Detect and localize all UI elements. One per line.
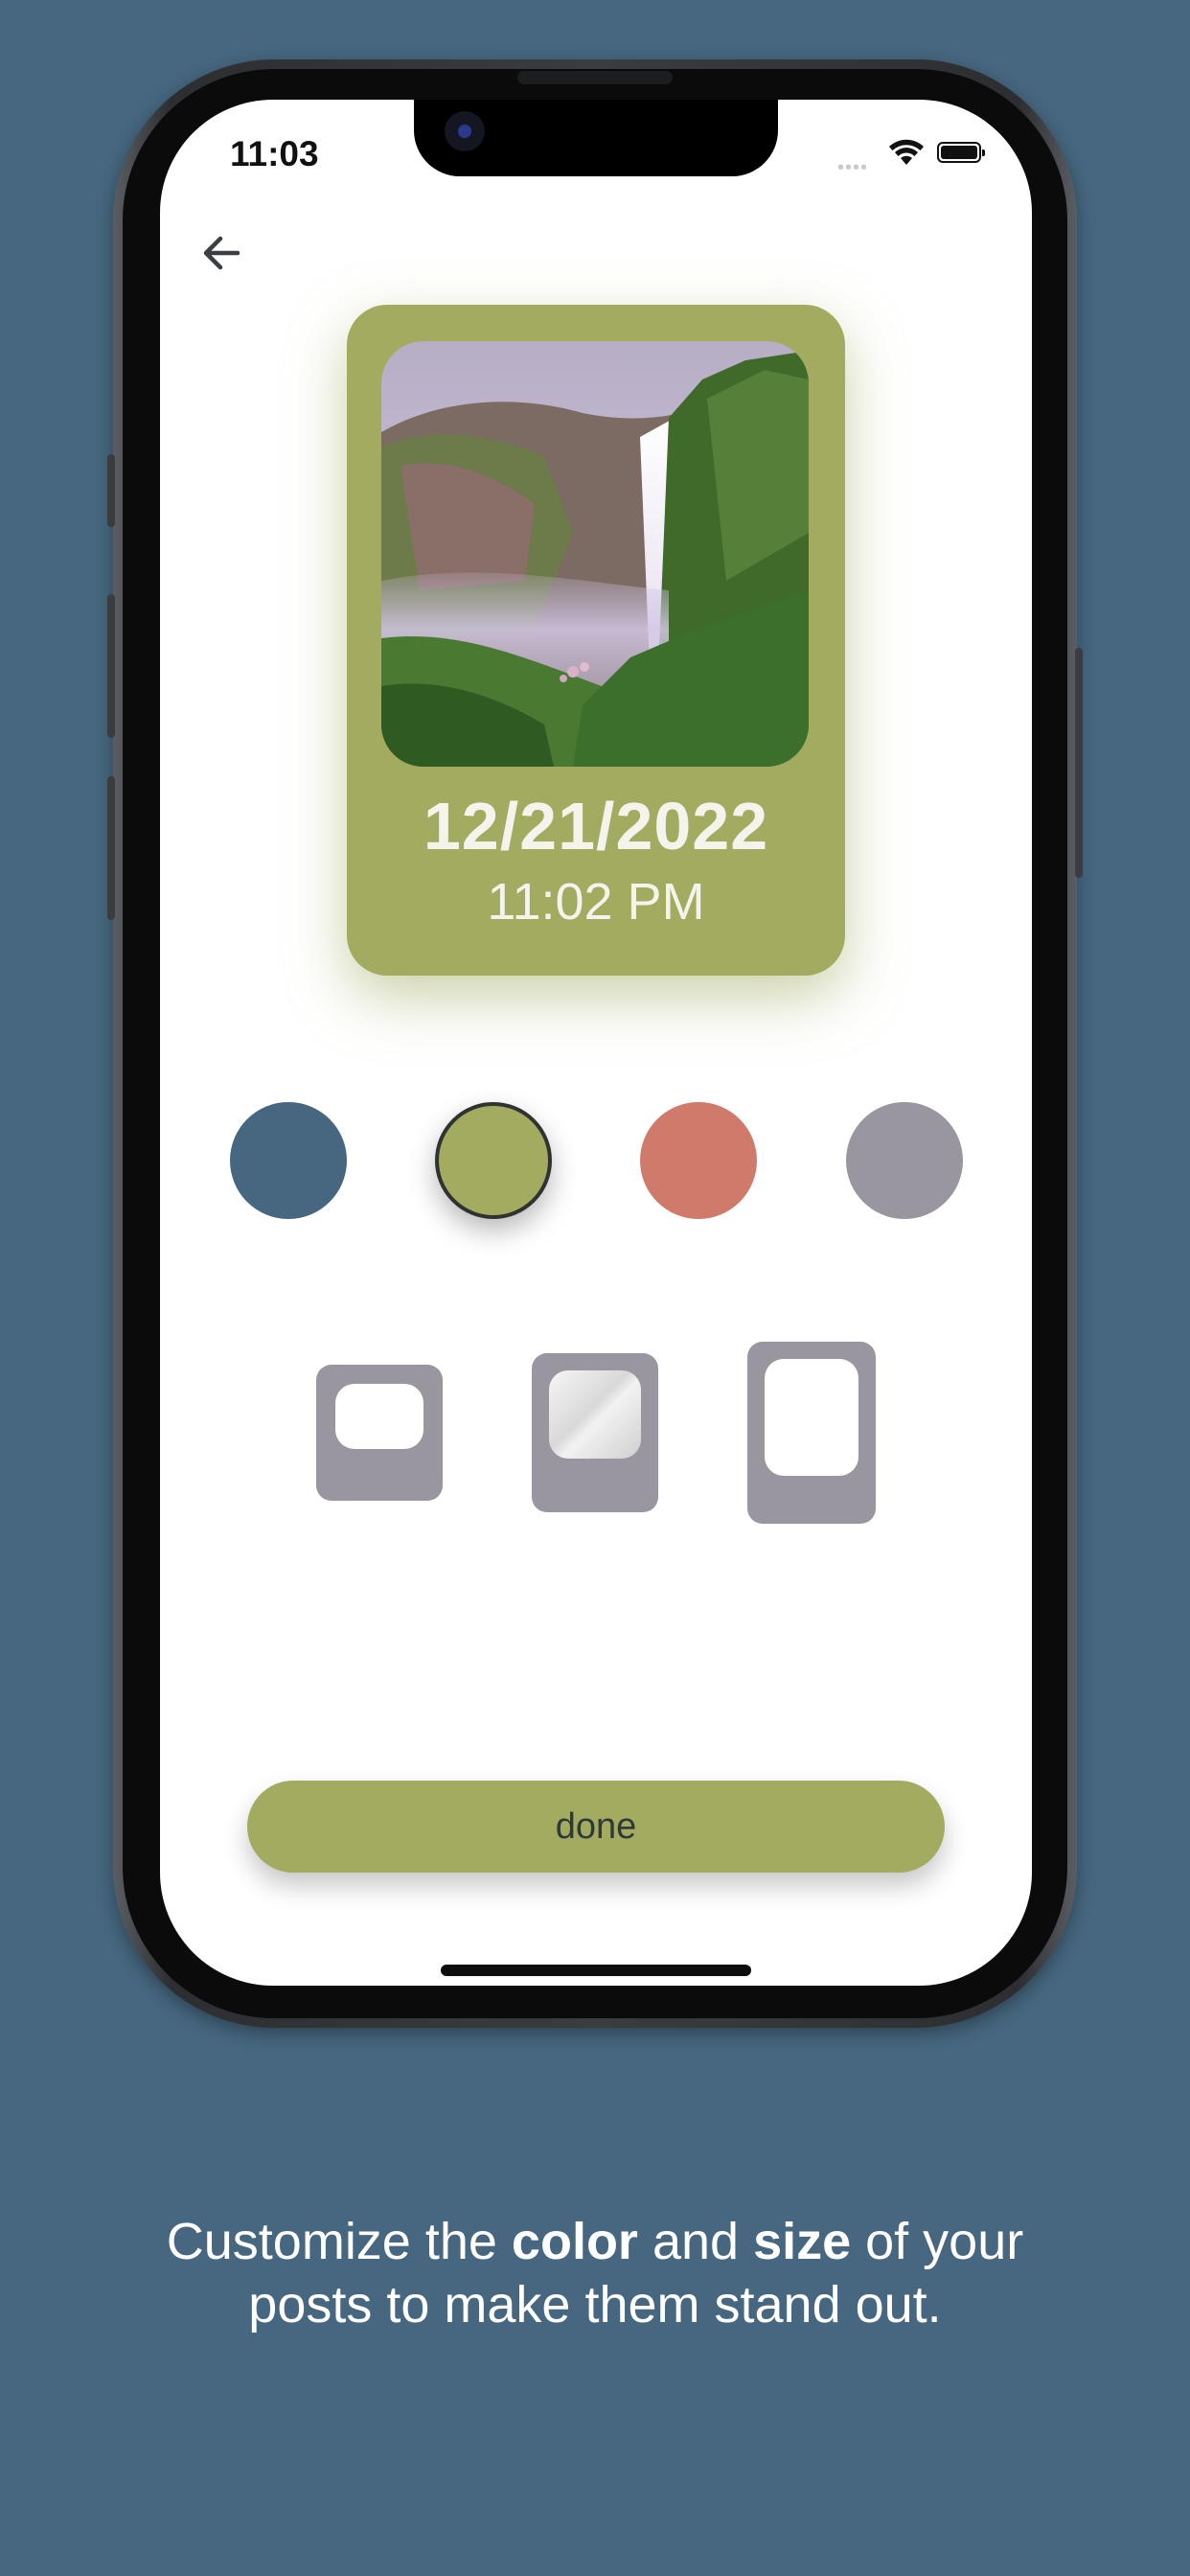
- waterfall-photo-image: [381, 341, 809, 767]
- post-time: 11:02 PM: [487, 873, 705, 931]
- color-swatch-gray[interactable]: [846, 1102, 963, 1219]
- color-swatch-coral[interactable]: [640, 1102, 757, 1219]
- phone-speaker: [517, 71, 673, 84]
- home-indicator: [441, 1965, 751, 1976]
- caption-line-2: posts to make them stand out.: [248, 2276, 942, 2334]
- done-button[interactable]: done: [247, 1781, 945, 1873]
- status-time: 11:03: [230, 134, 319, 173]
- post-date: 12/21/2022: [423, 789, 769, 863]
- size-large-icon: [765, 1359, 858, 1476]
- caption-text-1: Customize the: [166, 2213, 512, 2270]
- status-icons: ••••: [834, 134, 996, 178]
- size-option-large[interactable]: [747, 1342, 876, 1524]
- caption-text-3: of your: [851, 2213, 1024, 2270]
- back-button[interactable]: [195, 226, 249, 280]
- caption-bold-size: size: [753, 2213, 852, 2270]
- size-option-medium[interactable]: [532, 1353, 658, 1512]
- size-option-small[interactable]: [316, 1365, 443, 1501]
- wifi-icon: [889, 139, 924, 165]
- cellular-signal-icon: ••••: [837, 157, 869, 178]
- caption-line-1: Customize the color and size of your: [0, 2210, 1190, 2273]
- phone-power-button: [1075, 648, 1083, 878]
- phone-volume-up-button: [107, 594, 115, 738]
- caption-text-2: and: [637, 2213, 754, 2270]
- color-swatch-blue[interactable]: [230, 1102, 347, 1219]
- size-medium-icon: [549, 1370, 641, 1459]
- camera-icon: [445, 111, 485, 151]
- color-swatch-olive[interactable]: [435, 1102, 552, 1219]
- phone-side-button: [107, 454, 115, 527]
- arrow-left-icon: [203, 236, 240, 270]
- phone-volume-down-button: [107, 776, 115, 920]
- caption-bold-color: color: [511, 2213, 638, 2270]
- post-photo: [381, 341, 809, 767]
- battery-icon: [937, 142, 985, 163]
- marketing-caption: Customize the color and size of your pos…: [0, 2210, 1190, 2336]
- size-small-icon: [335, 1384, 423, 1449]
